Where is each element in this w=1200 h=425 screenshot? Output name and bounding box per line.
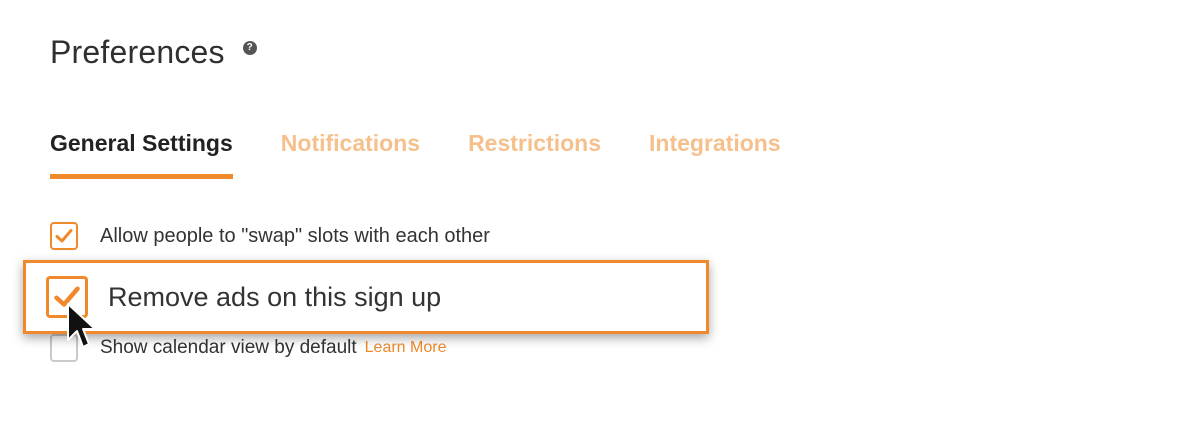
learn-more-link[interactable]: Learn More [365, 339, 447, 357]
tab-restrictions[interactable]: Restrictions [468, 130, 601, 179]
mouse-pointer-icon [67, 303, 96, 348]
question-circle-icon[interactable]: ? [242, 40, 257, 55]
page-title: Preferences [50, 34, 225, 70]
preferences-page: Preferences ? General Settings Notificat… [0, 0, 1200, 425]
checkmark-icon [55, 229, 73, 243]
swap-label: Allow people to "swap" slots with each o… [100, 224, 490, 247]
setting-row-swap: Allow people to "swap" slots with each o… [50, 222, 490, 250]
swap-checkbox[interactable] [50, 222, 78, 250]
tab-general-settings[interactable]: General Settings [50, 130, 233, 179]
setting-row-calendar: Show calendar view by default Learn More [50, 334, 446, 362]
tab-notifications[interactable]: Notifications [281, 130, 420, 179]
title-row: Preferences ? [50, 34, 257, 71]
calendar-view-label: Show calendar view by default [100, 337, 357, 358]
highlighted-setting-row: Remove ads on this sign up [23, 260, 709, 334]
remove-ads-label: Remove ads on this sign up [108, 281, 442, 312]
tab-bar: General Settings Notifications Restricti… [50, 130, 829, 179]
tab-integrations[interactable]: Integrations [649, 130, 781, 179]
